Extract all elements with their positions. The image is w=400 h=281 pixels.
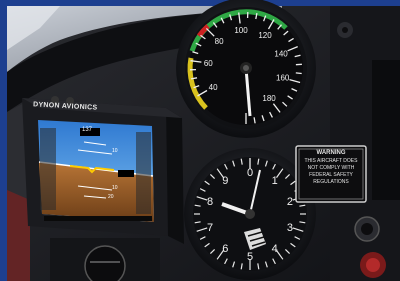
altimeter-scale-number: 0 [247, 167, 253, 179]
cockpit-photo: 40 60 80 100 120140 160 180 0 12 34 5 67 89 [0, 0, 400, 281]
placard-heading: WARNING [316, 150, 346, 156]
airspeed-indicator: 40 60 80 100 120140 160 180 [176, 0, 316, 138]
heading-readout: 137 [82, 127, 93, 133]
pitch-label: 20 [108, 194, 114, 200]
placard-line: THIS AIRCRAFT DOES [304, 158, 358, 164]
altimeter-scale-number: 7 [207, 222, 213, 234]
dynon-efis [22, 96, 184, 244]
altimeter-scale-number: 6 [222, 243, 228, 255]
airspeed-scale-number: 60 [204, 59, 213, 68]
airspeed-scale-number: 160 [276, 74, 290, 83]
altimeter-scale-number: 4 [272, 243, 278, 255]
pitch-label: 10 [112, 185, 118, 191]
airspeed-scale-number: 180 [262, 94, 276, 103]
placard-line: FEDERAL SAFETY [309, 172, 353, 178]
altimeter-scale-number: 1 [272, 175, 278, 187]
altimeter-scale-number: 2 [287, 196, 293, 208]
pitch-label: 10 [112, 148, 118, 154]
airspeed-scale-number: 140 [274, 49, 288, 58]
airspeed-scale-number: 80 [215, 37, 224, 46]
altimeter-scale-number: 5 [247, 251, 253, 263]
altimeter-scale-number: 3 [287, 222, 293, 234]
airspeed-tick [295, 72, 302, 75]
airspeed-scale-number: 40 [209, 83, 218, 92]
airspeed-scale-number: 120 [258, 31, 272, 40]
altimeter-scale-number: 8 [207, 196, 213, 208]
altimeter-scale-number: 9 [222, 175, 228, 187]
lower-panel [50, 238, 160, 281]
airspeed-scale-number: 100 [234, 26, 248, 35]
placard-line: NOT COMPLY WITH [307, 165, 355, 171]
placard-line: REGULATIONS [313, 179, 349, 185]
placard-text: WARNING THIS AIRCRAFT DOES NOT COMPLY WI… [300, 150, 362, 198]
